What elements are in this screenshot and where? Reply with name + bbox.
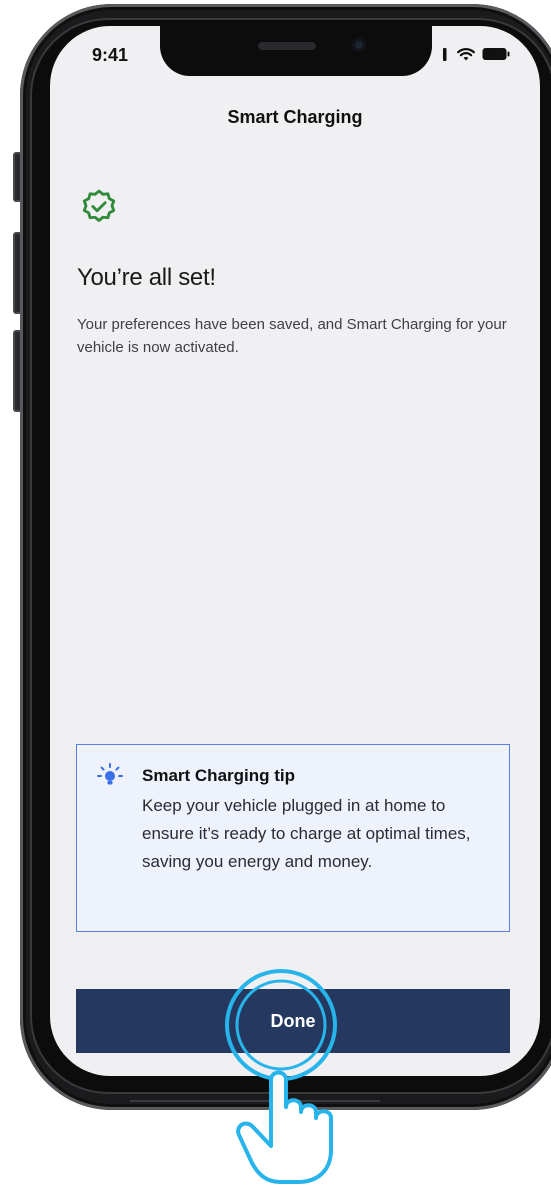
status-time: 9:41	[92, 45, 129, 65]
battery-icon	[482, 48, 510, 60]
tip-card: Smart Charging tip Keep your vehicle plu…	[76, 744, 510, 932]
page-title: Smart Charging	[227, 107, 363, 127]
check-badge-icon	[82, 189, 116, 222]
tip-title: Smart Charging tip	[142, 766, 296, 785]
done-button[interactable]: Done	[76, 989, 510, 1053]
earpiece-speaker	[258, 42, 316, 50]
confirmation-message: Your preferences have been saved, and Sm…	[77, 316, 507, 356]
wifi-icon	[457, 48, 475, 61]
phone-bottom-rim	[130, 1100, 380, 1108]
signal-icon	[443, 48, 447, 61]
confirmation-heading: You’re all set!	[77, 264, 216, 291]
notch	[160, 26, 432, 76]
lightbulb-icon	[97, 763, 123, 785]
stage: 9:41 Smart Charging You’re all set! Your…	[0, 0, 551, 1188]
front-camera	[352, 38, 366, 52]
tip-body: Keep your vehicle plugged in at home to …	[142, 796, 471, 871]
status-icons	[442, 46, 510, 62]
phone-screen: 9:41 Smart Charging You’re all set! Your…	[50, 26, 540, 1076]
